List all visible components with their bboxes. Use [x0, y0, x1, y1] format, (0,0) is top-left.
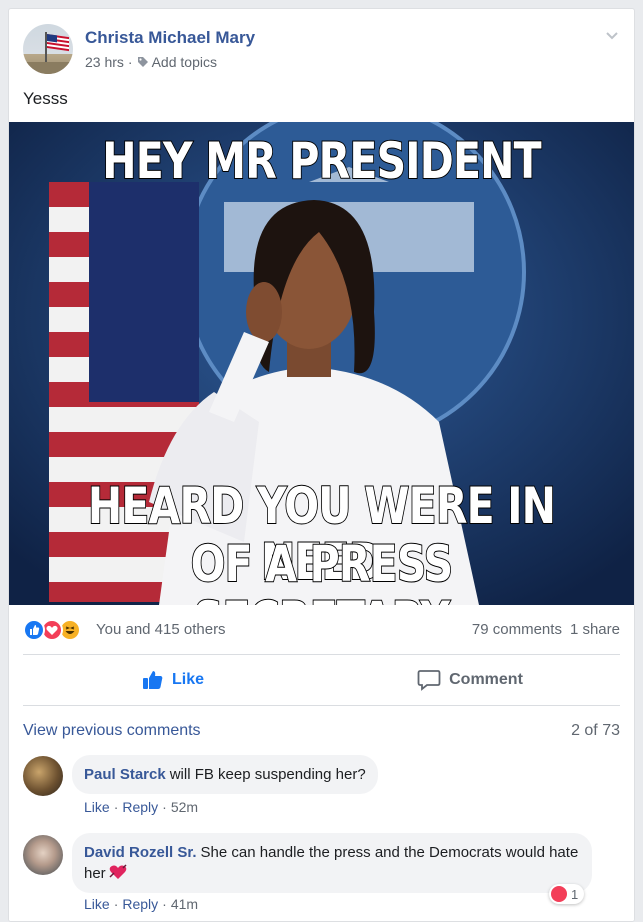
post-stats: You and 415 others 79 comments 1 share	[23, 619, 620, 641]
comment-button[interactable]: Comment	[320, 655, 620, 705]
comment-text: will FB keep suspending her?	[169, 766, 366, 783]
shares-link[interactable]: 1 share	[570, 621, 620, 638]
chevron-down-icon[interactable]	[604, 27, 620, 43]
avatar[interactable]	[23, 835, 63, 875]
comment-bubble: David Rozell Sr. She can handle the press…	[72, 833, 592, 893]
meme-bottom-text-2: OF A PRESS SECRETARY	[190, 535, 454, 605]
comment-time[interactable]: 52m	[171, 799, 198, 815]
post-text: Yesss	[23, 89, 68, 108]
sparkling-heart-icon	[109, 864, 127, 879]
comment-reaction-count: 1	[571, 886, 579, 902]
thumbs-up-icon	[142, 671, 163, 689]
meta-separator: ·	[127, 54, 133, 70]
action-bar: Like Comment	[9, 655, 634, 705]
post-image[interactable]: HEY MR PRESIDENT HEARD YOU WERE IN NEED …	[9, 122, 634, 605]
comment-like-link[interactable]: Like	[84, 799, 110, 815]
meta-separator: ·	[162, 799, 167, 815]
comments-pagination: 2 of 73	[571, 722, 620, 739]
comment-reply-link[interactable]: Reply	[122, 896, 158, 912]
comments-count-link[interactable]: 79 comments	[472, 621, 562, 638]
comment-reaction-pill[interactable]: 1	[549, 884, 585, 904]
view-previous-comments-link[interactable]: View previous comments	[23, 722, 201, 740]
comment-button-label: Comment	[449, 671, 523, 688]
comment-like-link[interactable]: Like	[84, 896, 110, 912]
post-card: Christa Michael Mary 23 hrs · Add topics Y…	[8, 8, 635, 922]
post-meta: 23 hrs · Add topics	[85, 54, 217, 70]
add-topics-label: Add topics	[151, 54, 217, 70]
post-timestamp[interactable]: 23 hrs	[85, 54, 124, 70]
meta-separator: ·	[113, 896, 119, 912]
like-button-label: Like	[171, 671, 204, 688]
flag-icon	[23, 32, 73, 74]
add-topics-link[interactable]: Add topics	[137, 54, 217, 70]
like-button[interactable]: Like	[23, 655, 323, 705]
comment-reply-link[interactable]: Reply	[122, 799, 158, 815]
meme-top-text: HEY MR PRESIDENT	[101, 131, 542, 191]
comment-bubble: Paul Starck will FB keep suspending her?	[72, 755, 378, 794]
comment-meta: Like · Reply · 52m	[84, 799, 198, 815]
comments-section: View previous comments 2 of 73 Paul Star…	[9, 706, 634, 921]
tag-icon	[137, 57, 148, 67]
commenter-name[interactable]: David Rozell Sr.	[84, 844, 197, 861]
avatar[interactable]	[23, 756, 63, 796]
like-icon	[23, 619, 45, 641]
meta-separator: ·	[113, 799, 119, 815]
reactors-text[interactable]: You and 415 others	[96, 621, 226, 638]
author-avatar[interactable]	[23, 24, 73, 74]
comment-time[interactable]: 41m	[171, 896, 198, 912]
comment-meta: Like · Reply · 41m	[84, 896, 198, 912]
love-icon	[551, 886, 567, 902]
stats-right: 79 comments 1 share	[472, 621, 620, 638]
comment-icon	[417, 670, 441, 691]
author-name[interactable]: Christa Michael Mary	[85, 28, 255, 48]
meta-separator: ·	[162, 896, 167, 912]
commenter-name[interactable]: Paul Starck	[84, 766, 166, 783]
